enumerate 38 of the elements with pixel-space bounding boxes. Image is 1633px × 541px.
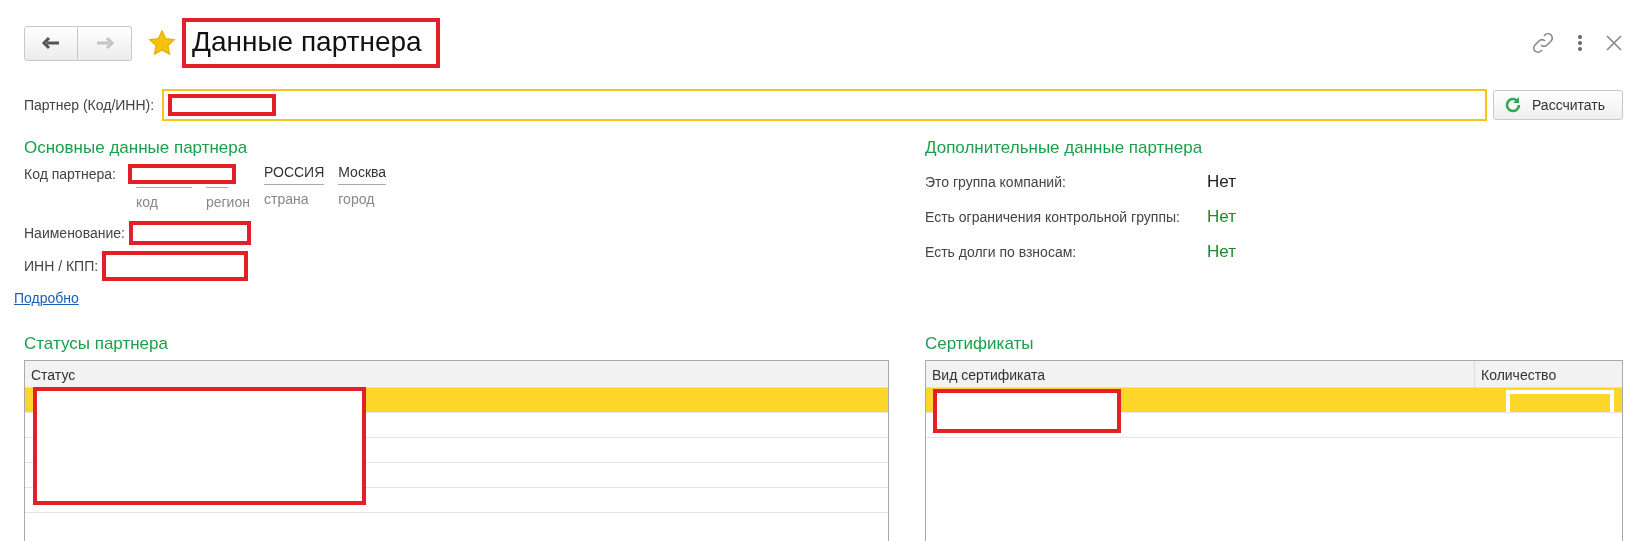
calculate-button[interactable]: Рассчитать (1493, 90, 1623, 120)
refresh-icon (1504, 96, 1522, 114)
section-heading: Сертификаты (925, 334, 1035, 354)
link-icon[interactable] (1531, 31, 1555, 55)
inn-label: ИНН / КПП: (24, 257, 99, 274)
code-part-field[interactable] (135, 184, 192, 188)
star-icon[interactable] (148, 29, 176, 57)
partner-field[interactable] (162, 89, 1487, 121)
close-icon[interactable] (1605, 34, 1623, 52)
window-title: Данные партнера (182, 18, 440, 68)
info-label: Есть долги по взносам: (925, 243, 1078, 260)
info-label: Есть ограничения контрольной группы: (925, 208, 1181, 225)
column-header[interactable]: Вид сертификата (926, 361, 1474, 387)
right-arrow-icon (94, 36, 115, 50)
section-heading: Статусы партнера (24, 334, 169, 354)
more-icon[interactable] (1577, 34, 1583, 52)
section-heading: Основные данные партнера (24, 138, 249, 158)
info-label: Это группа компаний: (925, 173, 1067, 190)
details-link[interactable]: Подробно (14, 290, 79, 306)
info-value: Нет (1207, 241, 1236, 262)
selected-cell[interactable] (1506, 390, 1614, 412)
code-part-caption: город (338, 191, 376, 207)
column-header[interactable]: Статус (25, 361, 888, 387)
section-heading: Дополнительные данные партнера (925, 138, 1204, 158)
partner-label: Партнер (Код/ИНН): (24, 97, 155, 113)
name-label: Наименование: (24, 224, 125, 241)
code-part-field[interactable] (205, 184, 228, 188)
info-value: Нет (1207, 171, 1236, 192)
code-part-caption: регион (205, 194, 250, 210)
code-label: Код партнера: (24, 166, 116, 182)
code-part-caption: код (135, 194, 159, 210)
info-value: Нет (1207, 206, 1236, 227)
code-part-caption: страна (263, 191, 310, 207)
code-part-value: РОССИЯ (263, 164, 325, 185)
code-part-value: Москва (338, 164, 387, 185)
back-button[interactable] (24, 25, 78, 61)
left-arrow-icon (41, 36, 61, 50)
column-header[interactable]: Количество (1474, 361, 1622, 387)
